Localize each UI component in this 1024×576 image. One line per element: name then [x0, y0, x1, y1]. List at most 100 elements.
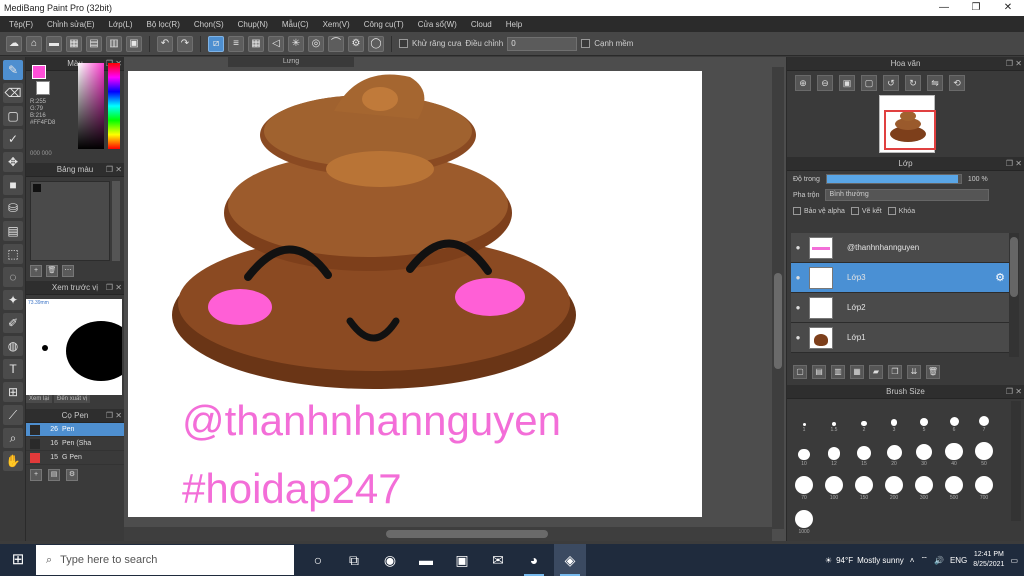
navigator-goto-button[interactable]: Đến xuất vị — [54, 395, 91, 403]
menu-view[interactable]: Xem(V) — [316, 20, 357, 29]
edge-browser-icon[interactable]: ◉ — [374, 544, 406, 576]
menu-filter[interactable]: Bộ lọc(R) — [140, 20, 187, 29]
protect-alpha-checkbox[interactable] — [793, 207, 801, 215]
canvas-horizontal-scrollbar[interactable] — [124, 527, 772, 541]
clipping-option[interactable]: Vẽ kết — [850, 207, 882, 215]
delete-palette-icon[interactable]: 🗑 — [46, 265, 58, 277]
zoom-in-icon[interactable]: ⊕ — [795, 75, 811, 91]
menu-snap[interactable]: Chụp(N) — [231, 20, 275, 29]
menu-layer[interactable]: Lớp(L) — [102, 20, 140, 29]
cloud-upload-icon[interactable]: ☁ — [6, 35, 22, 52]
bucket-tool-icon[interactable]: ⛁ — [3, 198, 23, 218]
hand-tool-icon[interactable]: ✋ — [3, 451, 23, 471]
divide-tool-icon[interactable]: ⊞ — [3, 382, 23, 402]
menu-tools[interactable]: Công cụ(T) — [357, 20, 411, 29]
layer-scrollbar[interactable] — [1009, 233, 1019, 357]
palette-scrollbar[interactable] — [112, 181, 120, 261]
navigator-view[interactable]: 73.39mm — [26, 299, 122, 395]
brush-size-option[interactable]: 20 — [883, 437, 905, 467]
new-8bit-layer-icon[interactable]: ▥ — [831, 365, 845, 379]
delete-layer-icon[interactable]: 🗑 — [926, 365, 940, 379]
correction-select[interactable]: 0 — [507, 36, 578, 51]
lasso-tool-icon[interactable]: ◌ — [3, 267, 23, 287]
layer-settings-gear-icon[interactable]: ⚙ — [995, 271, 1005, 284]
add-brush-icon[interactable]: + — [30, 469, 42, 481]
canvas-vertical-scrollbar[interactable] — [772, 67, 784, 529]
windows-start-icon[interactable]: ⊞ — [0, 544, 36, 576]
brush-size-option[interactable]: 300 — [913, 471, 935, 501]
layer-item[interactable]: ● Lớp2 — [791, 293, 1009, 323]
brush-size-option[interactable]: 100 — [823, 471, 845, 501]
snap-settings-icon[interactable]: ⚙ — [348, 35, 364, 52]
new-folder-icon[interactable]: ▰ — [869, 365, 883, 379]
palette-area[interactable] — [30, 181, 110, 261]
snap-curve-icon[interactable]: ⌒ — [328, 35, 344, 52]
menu-edit[interactable]: Chỉnh sửa(E) — [40, 20, 102, 29]
page-icon[interactable]: ▤ — [86, 35, 102, 52]
maximize-button[interactable]: ❐ — [960, 0, 992, 16]
visibility-eye-icon[interactable]: ● — [791, 303, 805, 312]
text-tool-icon[interactable]: T — [3, 359, 23, 379]
panel-close-icon[interactable]: ❐ ✕ — [106, 281, 122, 295]
dot-tool-icon[interactable]: ▢ — [3, 106, 23, 126]
snap-ellipse-icon[interactable]: ◯ — [368, 35, 384, 52]
select-eraser-icon[interactable]: ◍ — [3, 336, 23, 356]
brush-size-option[interactable]: 10 — [793, 437, 815, 467]
zoom-tool-icon[interactable]: ⌕ — [3, 428, 23, 448]
brush-tool-icon[interactable]: ✎ — [3, 60, 23, 80]
add-palette-icon[interactable]: + — [30, 265, 42, 277]
redo-icon[interactable]: ↷ — [177, 35, 193, 52]
duplicate-layer-icon[interactable]: ❐ — [888, 365, 902, 379]
saturation-value-picker[interactable] — [78, 63, 104, 149]
fill-shape-icon[interactable]: ■ — [3, 175, 23, 195]
select-rect-icon[interactable]: ⬚ — [3, 244, 23, 264]
brush-size-option[interactable]: 500 — [943, 471, 965, 501]
move-tool-icon[interactable]: ✥ — [3, 152, 23, 172]
clock[interactable]: 12:41 PM 8/25/2021 — [973, 550, 1004, 570]
brush-size-option[interactable]: 1.5 — [823, 403, 845, 433]
brush-size-option[interactable]: 6 — [943, 403, 965, 433]
layout-icon[interactable]: ▦ — [66, 35, 82, 52]
network-icon[interactable]: ⌔ — [920, 555, 928, 565]
task-view-icon[interactable]: ⧉ — [338, 544, 370, 576]
medibang-app-icon[interactable]: ◈ — [554, 544, 586, 576]
menu-select[interactable]: Chọn(S) — [187, 20, 231, 29]
layer-item[interactable]: ● Lớp1 — [791, 323, 1009, 353]
menu-cloud[interactable]: Cloud — [464, 20, 499, 29]
new-halftone-layer-icon[interactable]: ▤ — [812, 365, 826, 379]
reset-view-icon[interactable]: ⟲ — [949, 75, 965, 91]
palette-color-chip[interactable] — [33, 184, 41, 192]
rotate-right-icon[interactable]: ↻ — [905, 75, 921, 91]
canvas-tab[interactable]: Lưng — [228, 57, 354, 67]
mail-icon[interactable]: ✉ — [482, 544, 514, 576]
lock-checkbox[interactable] — [887, 207, 896, 215]
snap-cross-icon[interactable]: ▦ — [248, 35, 264, 52]
brush-size-option[interactable]: 50 — [973, 437, 995, 467]
canvas-horizontal-scroll-thumb[interactable] — [386, 530, 548, 538]
rotate-left-icon[interactable]: ↺ — [883, 75, 899, 91]
panel-close-icon[interactable]: ❐ ✕ — [1006, 157, 1022, 171]
grid-icon[interactable]: ▥ — [106, 35, 122, 52]
visibility-eye-icon[interactable]: ● — [791, 333, 805, 342]
store-icon[interactable]: ▣ — [446, 544, 478, 576]
blend-mode-select[interactable]: Bình thường — [825, 189, 990, 201]
navigator-review-button[interactable]: Xem lại — [26, 395, 53, 403]
visibility-eye-icon[interactable]: ● — [791, 243, 805, 252]
cortana-icon[interactable]: ○ — [302, 544, 334, 576]
more-palette-icon[interactable]: ⋯ — [62, 265, 74, 277]
brush-size-option[interactable]: 40 — [943, 437, 965, 467]
visibility-eye-icon[interactable]: ● — [791, 273, 805, 282]
menu-help[interactable]: Help — [499, 20, 529, 29]
volume-icon[interactable]: 🔊 — [934, 556, 944, 565]
brush-size-option[interactable]: 15 — [853, 437, 875, 467]
close-button[interactable]: ✕ — [992, 0, 1024, 16]
panel-close-icon[interactable]: ❐ ✕ — [106, 409, 122, 423]
brush-size-option[interactable]: 150 — [853, 471, 875, 501]
panel-close-icon[interactable]: ❐ ✕ — [1006, 385, 1022, 399]
file-explorer-icon[interactable]: ▬ — [410, 544, 442, 576]
brush-settings-icon[interactable]: ⚙ — [66, 469, 78, 481]
language-indicator[interactable]: ENG — [950, 556, 967, 565]
actual-size-icon[interactable]: ▢ — [861, 75, 877, 91]
home-icon[interactable]: ⌂ — [26, 35, 42, 52]
brush-size-option[interactable]: 7 — [973, 403, 995, 433]
